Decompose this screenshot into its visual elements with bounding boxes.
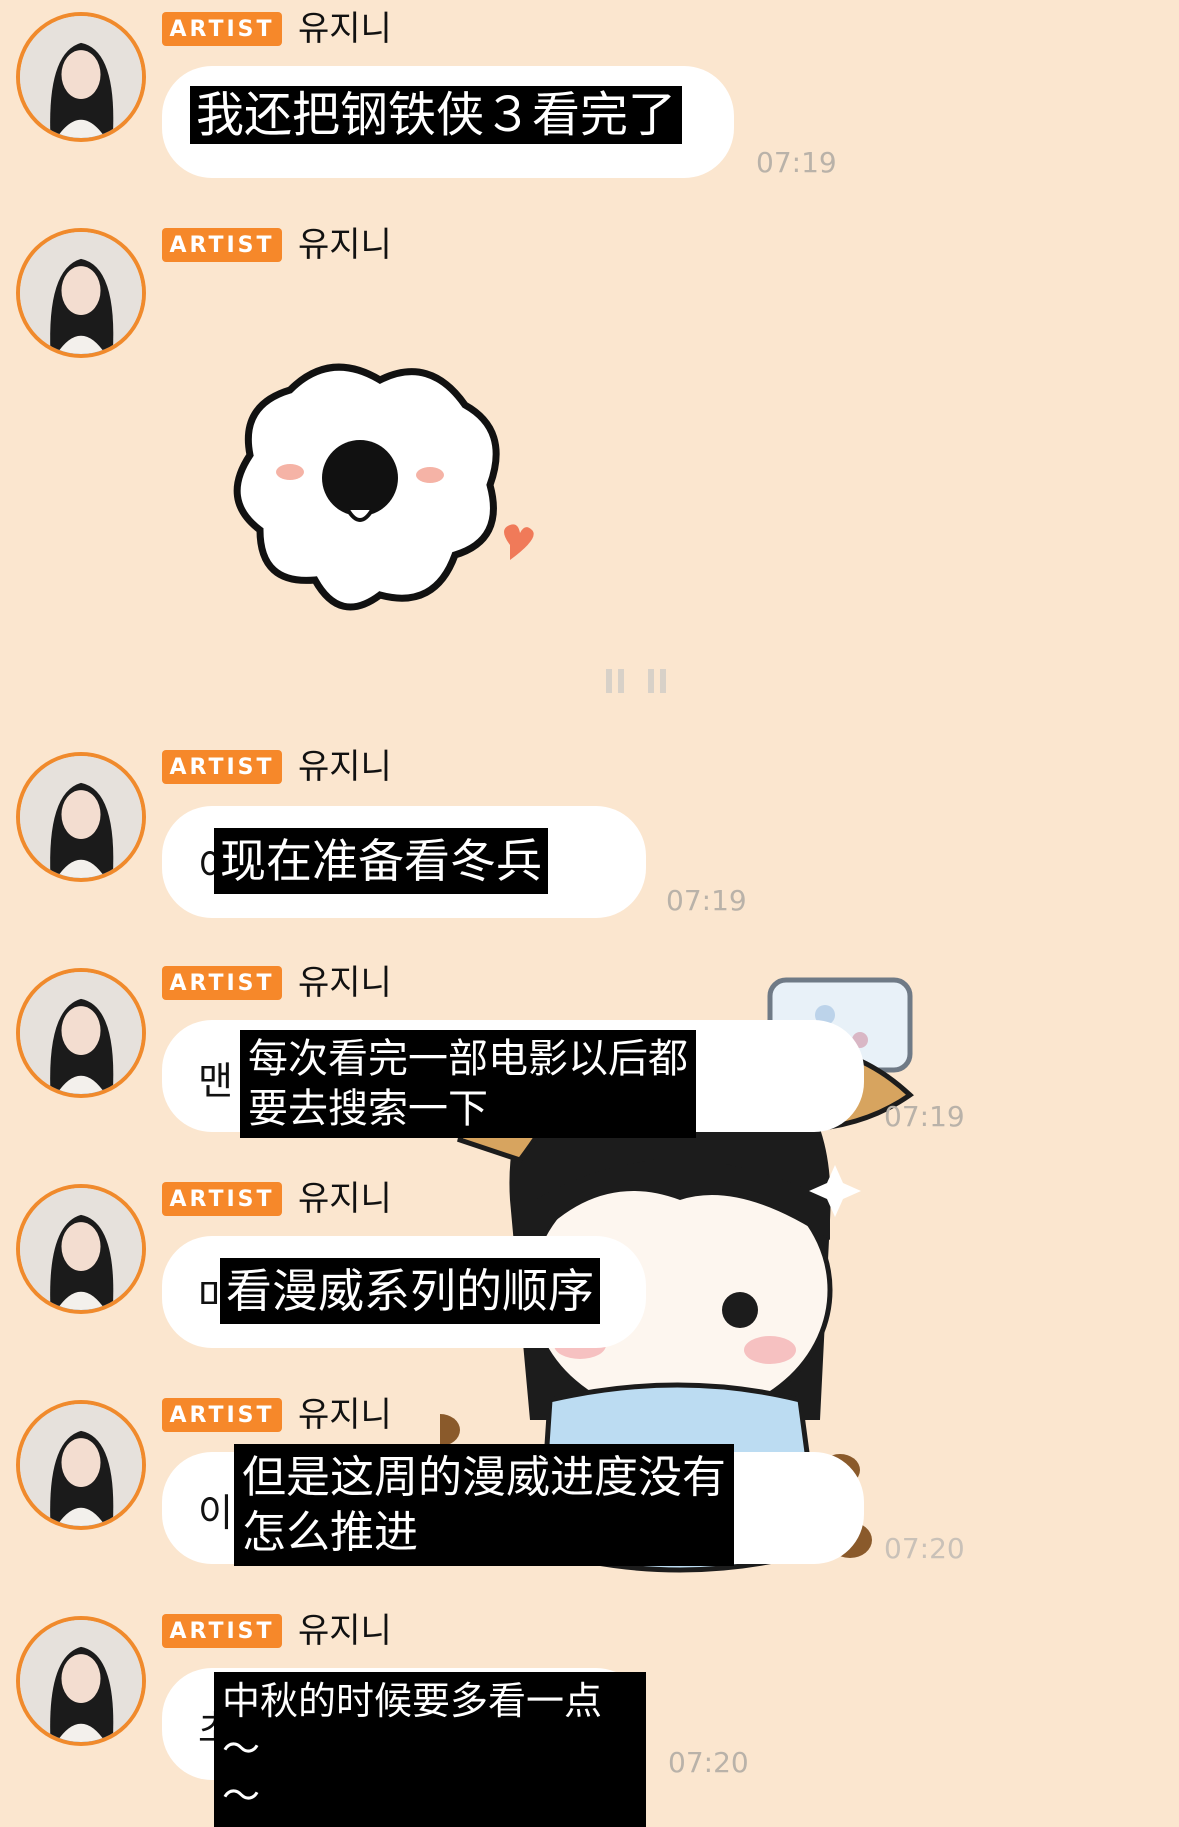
timestamp: 07:19 [756, 146, 837, 179]
sender-name: 유지니 [298, 1395, 392, 1435]
subtitle-overlay: 中秋的时候要多看一点～ ～ [214, 1672, 646, 1827]
subtitle-overlay: 现在准备看冬兵 [214, 828, 548, 894]
sender-name: 유지니 [298, 9, 392, 49]
subtitle-overlay: 我还把钢铁侠３看完了 [190, 86, 683, 144]
artist-badge: ARTIST [162, 750, 282, 784]
artist-badge: ARTIST [162, 228, 282, 262]
subtitle-overlay: 每次看完一部电影以后都 要去搜索一下 [240, 1030, 696, 1138]
sender-name: 유지니 [298, 747, 392, 787]
artist-avatar[interactable] [16, 1400, 146, 1530]
sender-name: 유지니 [298, 1179, 392, 1219]
white-puppy-sticker[interactable] [220, 350, 550, 640]
timestamp: 07:19 [666, 884, 747, 917]
drag-handle-icon[interactable] [600, 665, 680, 697]
message-bubble[interactable]: 마 看漫威系列的顺序 [162, 1236, 646, 1348]
artist-avatar[interactable] [16, 228, 146, 358]
artist-avatar[interactable] [16, 752, 146, 882]
message-bubble[interactable]: 맨 야돼 每次看完一部电影以后都 要去搜索一下 [162, 1020, 864, 1138]
timestamp: 07:20 [668, 1746, 749, 1779]
sender-name: 유지니 [298, 963, 392, 1003]
sender-name: 유지니 [298, 1611, 392, 1651]
artist-avatar[interactable] [16, 12, 146, 142]
message-bubble[interactable]: 我还把钢铁侠３看完了 [162, 66, 734, 178]
sender-name: 유지니 [298, 225, 392, 265]
artist-badge: ARTIST [162, 1182, 282, 1216]
message-bubble[interactable]: 초 中秋的时候要多看一点～ ～ [162, 1668, 646, 1827]
artist-avatar[interactable] [16, 1184, 146, 1314]
subtitle-overlay: 但是这周的漫威进度没有 怎么推进 [234, 1444, 734, 1566]
artist-badge: ARTIST [162, 1614, 282, 1648]
artist-avatar[interactable] [16, 1616, 146, 1746]
message-bubble[interactable]: 이 어 但是这周的漫威进度没有 怎么推进 [162, 1444, 864, 1566]
subtitle-overlay: 看漫威系列的顺序 [220, 1258, 600, 1324]
artist-badge: ARTIST [162, 1398, 282, 1432]
artist-avatar[interactable] [16, 968, 146, 1098]
message-bubble[interactable]: 이 고 现在准备看冬兵 [162, 806, 646, 918]
timestamp: 07:19 [884, 1100, 965, 1133]
artist-badge: ARTIST [162, 12, 282, 46]
artist-badge: ARTIST [162, 966, 282, 1000]
timestamp: 07:20 [884, 1532, 965, 1565]
